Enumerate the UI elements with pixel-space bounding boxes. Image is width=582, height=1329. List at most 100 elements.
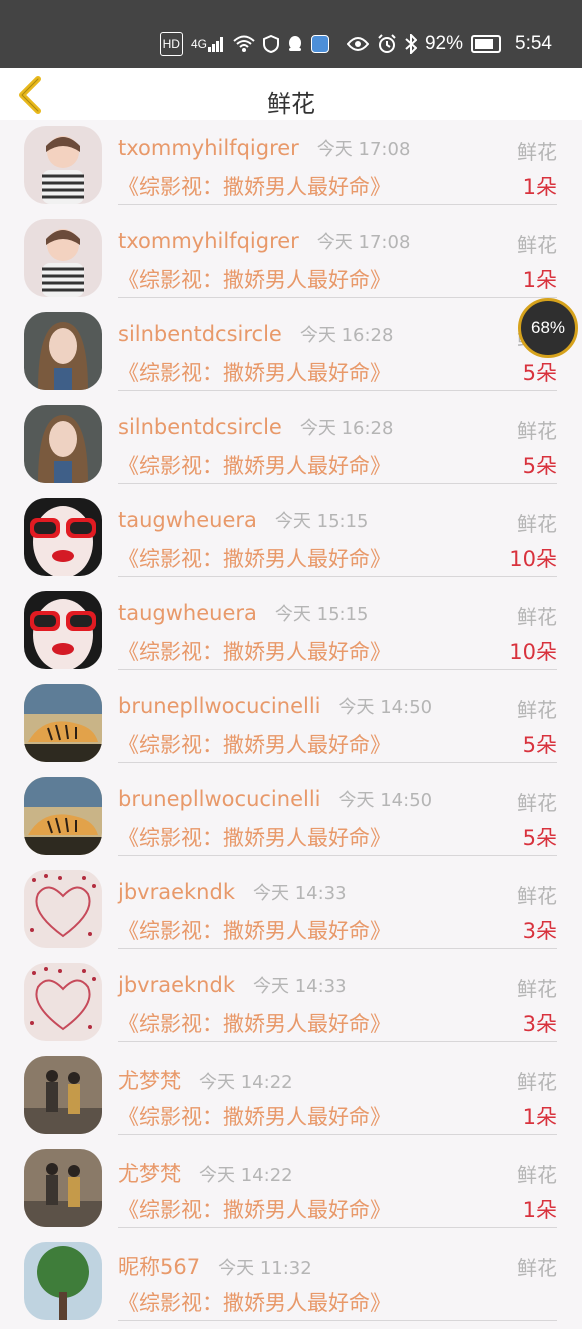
sender-name[interactable]: silnbentdcsircle — [118, 322, 282, 346]
divider — [118, 669, 557, 670]
show-title[interactable]: 《综影视：撒娇男人最好命》 — [118, 264, 391, 294]
page-title: 鲜花 — [267, 90, 315, 118]
show-title[interactable]: 《综影视：撒娇男人最好命》 — [118, 1008, 391, 1038]
sender-name[interactable]: 尤梦梵 — [118, 1162, 181, 1186]
gift-count: 1朵 — [522, 175, 557, 199]
avatar[interactable] — [24, 126, 102, 204]
list-item[interactable]: jbvraekndk 今天 14:33 鲜花 《综影视：撒娇男人最好命》 3朵 — [0, 957, 582, 1050]
sender-name[interactable]: jbvraekndk — [118, 880, 235, 904]
timestamp: 今天 16:28 — [299, 418, 394, 439]
timestamp: 今天 14:50 — [338, 790, 433, 811]
show-title[interactable]: 《综影视：撒娇男人最好命》 — [118, 1287, 391, 1317]
avatar[interactable] — [24, 219, 102, 297]
show-title[interactable]: 《综影视：撒娇男人最好命》 — [118, 357, 391, 387]
list-item[interactable]: 昵称567 今天 11:32 鲜花 《综影视：撒娇男人最好命》 — [0, 1236, 582, 1329]
list-item[interactable]: 尤梦梵 今天 14:22 鲜花 《综影视：撒娇男人最好命》 1朵 — [0, 1143, 582, 1236]
show-title[interactable]: 《综影视：撒娇男人最好命》 — [118, 822, 391, 852]
sender-name[interactable]: taugwheuera — [118, 508, 257, 532]
sender-name[interactable]: brunepllwocucinelli — [118, 787, 321, 811]
gift-count: 1朵 — [522, 1105, 557, 1129]
timestamp: 今天 15:15 — [274, 604, 369, 625]
gift-type: 鲜花 — [517, 1163, 557, 1187]
timestamp: 今天 16:28 — [299, 325, 394, 346]
avatar[interactable] — [24, 1149, 102, 1227]
list-item[interactable]: txommyhilfqigrer 今天 17:08 鲜花 《综影视：撒娇男人最好命》 1… — [0, 213, 582, 306]
show-title[interactable]: 《综影视：撒娇男人最好命》 — [118, 636, 391, 666]
divider — [118, 297, 557, 298]
sender-name[interactable]: taugwheuera — [118, 601, 257, 625]
qq-icon — [287, 33, 303, 55]
divider — [118, 483, 557, 484]
alarm-icon — [377, 33, 397, 55]
sender-line: silnbentdcsircle 今天 16:28 — [118, 414, 393, 440]
floating-progress-badge[interactable]: 68% — [518, 298, 578, 358]
avatar[interactable] — [24, 777, 102, 855]
timestamp: 今天 14:50 — [338, 697, 433, 718]
sender-name[interactable]: silnbentdcsircle — [118, 415, 282, 439]
gift-type: 鲜花 — [517, 419, 557, 443]
timestamp: 今天 17:08 — [316, 139, 411, 160]
gift-type: 鲜花 — [517, 698, 557, 722]
sender-name[interactable]: 昵称567 — [118, 1255, 200, 1279]
timestamp: 今天 17:08 — [316, 232, 411, 253]
list-item[interactable]: silnbentdcsircle今天 16:28鲜花《综影视：撒娇男人最好命》5… — [0, 306, 582, 399]
sender-name[interactable]: txommyhilfqigrer — [118, 136, 299, 160]
avatar[interactable] — [24, 963, 102, 1041]
timestamp: 今天 14:33 — [252, 883, 347, 904]
sender-name[interactable]: brunepllwocucinelli — [118, 694, 321, 718]
list-item[interactable]: jbvraekndk 今天 14:33 鲜花 《综影视：撒娇男人最好命》 3朵 — [0, 864, 582, 957]
avatar[interactable] — [24, 498, 102, 576]
show-title[interactable]: 《综影视：撒娇男人最好命》 — [118, 729, 391, 759]
avatar[interactable] — [24, 684, 102, 762]
list-item[interactable]: silnbentdcsircle 今天 16:28 鲜花《综影视：撒娇男人最好命》 5… — [0, 399, 582, 492]
gift-count: 10朵 — [509, 640, 557, 664]
gift-type: 鲜花 — [517, 140, 557, 164]
network-type: 4G — [190, 37, 207, 51]
avatar[interactable] — [24, 1242, 102, 1320]
avatar[interactable] — [24, 312, 102, 390]
list-item[interactable]: brunepllwocucinelli 今天 14:50 鲜花 《综影视：撒娇男人最好… — [0, 771, 582, 864]
gift-type: 鲜花 — [517, 977, 557, 1001]
gift-count: 5朵 — [522, 454, 557, 478]
bluetooth-icon — [405, 33, 417, 55]
sender-line: 尤梦梵 今天 14:22 — [118, 1065, 293, 1095]
sender-line: taugwheuera 今天 15:15 — [118, 600, 369, 626]
list-item[interactable]: txommyhilfqigrer 今天 17:08 鲜花《综影视：撒娇男人最好命》 1… — [0, 120, 582, 213]
show-title[interactable]: 《综影视：撒娇男人最好命》 — [118, 915, 391, 945]
avatar[interactable] — [24, 591, 102, 669]
sender-line: jbvraekndk 今天 14:33 — [118, 972, 347, 998]
wifi-icon — [233, 33, 255, 55]
gift-type: 鲜花 — [517, 233, 557, 257]
avatar[interactable] — [24, 1056, 102, 1134]
gift-count: 1朵 — [522, 1198, 557, 1222]
list-item[interactable]: 尤梦梵 今天 14:22 鲜花《综影视：撒娇男人最好命》 1朵 — [0, 1050, 582, 1143]
battery-percent: 92% — [424, 33, 464, 54]
show-title[interactable]: 《综影视：撒娇男人最好命》 — [118, 1101, 391, 1131]
timestamp: 今天 11:32 — [218, 1258, 312, 1279]
hd-icon: HD — [159, 32, 183, 56]
show-title[interactable]: 《综影视：撒娇男人最好命》 — [118, 543, 391, 573]
gift-type: 鲜花 — [517, 605, 557, 629]
gift-type: 鲜花 — [517, 1070, 557, 1094]
gift-count: 10朵 — [509, 547, 557, 571]
list-item[interactable]: brunepllwocucinelli 今天 14:50 鲜花《综影视：撒娇男人最好… — [0, 678, 582, 771]
list-item[interactable]: taugwheuera 今天 15:15 鲜花 《综影视：撒娇男人最好命》 10朵 — [0, 492, 582, 585]
timestamp: 今天 14:22 — [199, 1072, 293, 1093]
gift-type: 鲜花 — [517, 884, 557, 908]
divider — [118, 576, 557, 577]
sender-name[interactable]: txommyhilfqigrer — [118, 229, 299, 253]
show-title[interactable]: 《综影视：撒娇男人最好命》 — [118, 1194, 391, 1224]
divider — [118, 762, 557, 763]
list-item[interactable]: taugwheuera 今天 15:15 鲜花《综影视：撒娇男人最好命》 10朵 — [0, 585, 582, 678]
eye-icon — [346, 33, 369, 55]
sender-name[interactable]: 尤梦梵 — [118, 1069, 181, 1093]
show-title[interactable]: 《综影视：撒娇男人最好命》 — [118, 171, 391, 201]
sender-name[interactable]: jbvraekndk — [118, 973, 235, 997]
status-bar: HD 4G 92% 5:54 — [0, 0, 582, 68]
show-title[interactable]: 《综影视：撒娇男人最好命》 — [118, 450, 391, 480]
avatar[interactable] — [24, 405, 102, 483]
divider — [118, 1227, 557, 1228]
gift-count: 5朵 — [522, 361, 557, 385]
divider — [118, 948, 557, 949]
avatar[interactable] — [24, 870, 102, 948]
